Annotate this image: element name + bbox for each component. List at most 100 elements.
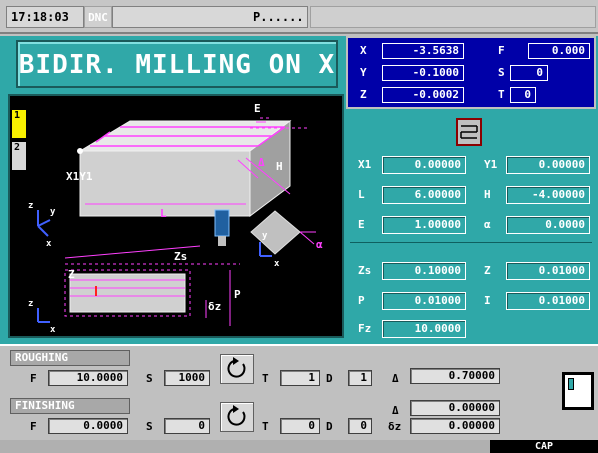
- label-delta: Δ: [258, 156, 265, 169]
- zs-label: Zs: [358, 264, 372, 277]
- clock: 17:18:03: [6, 6, 84, 28]
- finishing-feed-field[interactable]: 0.0000: [48, 418, 128, 434]
- l-label: L: [358, 188, 365, 201]
- i-field[interactable]: 0.01000: [506, 292, 590, 310]
- finishing-delta-field[interactable]: 0.00000: [410, 400, 500, 416]
- y1-label: Y1: [484, 158, 498, 171]
- milling-diagram: E Δ H X1Y1 L α Zs Z P δz z y x y x z x: [28, 102, 323, 335]
- tab-2[interactable]: 2: [12, 142, 26, 170]
- finishing-t-label: T: [262, 420, 269, 433]
- side-toggle-button[interactable]: [562, 372, 594, 410]
- alpha-label: α: [484, 218, 491, 231]
- roughing-delta-label: Δ: [392, 372, 399, 385]
- dnc-indicator: DNC: [84, 6, 112, 28]
- tab-1[interactable]: 1: [12, 110, 26, 138]
- roughing-tool-field[interactable]: 1: [280, 370, 320, 386]
- rotated-square: [250, 210, 301, 255]
- axis-label-z3: z: [28, 299, 33, 309]
- axis-label-y1: y: [50, 207, 56, 217]
- z-label: Z: [360, 88, 367, 101]
- h-label: H: [484, 188, 491, 201]
- finishing-d-field[interactable]: 0: [348, 418, 372, 434]
- side-toggle-indicator: [568, 378, 574, 390]
- h-field[interactable]: -4.00000: [506, 186, 590, 204]
- axis-label-x3: x: [50, 325, 56, 335]
- finishing-f-label: F: [30, 420, 37, 433]
- rotation-cw-icon: [227, 405, 246, 426]
- x1-field[interactable]: 0.00000: [382, 156, 466, 174]
- roughing-spindle-direction[interactable]: [220, 354, 254, 384]
- z-field[interactable]: 0.01000: [506, 262, 590, 280]
- finishing-tool-field[interactable]: 0: [280, 418, 320, 434]
- s-label: S: [498, 66, 505, 79]
- page-title: BIDIR. MILLING ON X: [18, 50, 336, 80]
- message-area: [310, 6, 596, 28]
- zs-field[interactable]: 0.10000: [382, 262, 466, 280]
- y1-field[interactable]: 0.00000: [506, 156, 590, 174]
- label-z: Z: [68, 268, 75, 281]
- axis-label-y2: y: [262, 231, 268, 241]
- label-l: L: [160, 207, 167, 220]
- label-x1y1: X1Y1: [66, 170, 93, 183]
- l-field[interactable]: 6.00000: [382, 186, 466, 204]
- finishing-header[interactable]: FINISHING: [10, 398, 130, 414]
- label-h: H: [276, 160, 283, 173]
- z-label: Z: [484, 264, 491, 277]
- e-label: E: [358, 218, 365, 231]
- parameter-panel: X1 0.00000 Y1 0.00000 L 6.00000 H -4.000…: [346, 110, 596, 344]
- label-dz: δz: [208, 300, 221, 313]
- finishing-s-label: S: [146, 420, 153, 433]
- fz-field[interactable]: 10.0000: [382, 320, 466, 338]
- finishing-spindle-direction[interactable]: [220, 402, 254, 432]
- tool-value: 0: [510, 87, 536, 103]
- axis-gizmo-3: [37, 308, 50, 323]
- label-zs: Zs: [174, 250, 187, 263]
- fz-label: Fz: [358, 322, 372, 335]
- axis-label-x1: x: [46, 239, 52, 249]
- origin-point: [77, 148, 83, 154]
- e-field[interactable]: 1.00000: [382, 216, 466, 234]
- finishing-d-label: D: [326, 420, 333, 433]
- finishing-delta-label: Δ: [392, 404, 399, 417]
- axis-gizmo-1: [37, 210, 51, 237]
- y-label: Y: [360, 66, 367, 79]
- x1-label: X1: [358, 158, 372, 171]
- roughing-t-label: T: [262, 372, 269, 385]
- finishing-dz-label: δz: [388, 420, 402, 433]
- label-p: P: [234, 288, 241, 301]
- rotation-cw-icon: [227, 357, 246, 378]
- program-name: P......: [112, 6, 308, 28]
- finishing-speed-field[interactable]: 0: [164, 418, 210, 434]
- caps-indicator: CAP: [490, 440, 598, 453]
- roughing-header[interactable]: ROUGHING: [10, 350, 130, 366]
- axis-label-x2: x: [274, 259, 280, 269]
- roughing-d-field[interactable]: 1: [348, 370, 372, 386]
- finishing-dz-field[interactable]: 0.00000: [410, 418, 500, 434]
- roughing-d-label: D: [326, 372, 333, 385]
- position-display: X -3.5638 Y -0.1000 Z -0.0002 F 0.000 S …: [346, 36, 596, 109]
- x-position: -3.5638: [382, 43, 464, 59]
- roughing-feed-field[interactable]: 10.0000: [48, 370, 128, 386]
- tool-holder: [214, 209, 230, 237]
- label-alpha: α: [316, 238, 323, 251]
- roughing-speed-field[interactable]: 1000: [164, 370, 210, 386]
- separator: [350, 242, 592, 243]
- axis-label-z1: z: [28, 201, 33, 211]
- z-position: -0.0002: [382, 87, 464, 103]
- i-label: I: [484, 294, 491, 307]
- roughing-f-label: F: [30, 372, 37, 385]
- tool-tip: [218, 236, 226, 246]
- p-field[interactable]: 0.01000: [382, 292, 466, 310]
- spindle-value: 0: [510, 65, 548, 81]
- f-label: F: [498, 44, 505, 57]
- roughing-delta-field[interactable]: 0.70000: [410, 368, 500, 384]
- feed-value: 0.000: [528, 43, 590, 59]
- y-position: -0.1000: [382, 65, 464, 81]
- alpha-field[interactable]: 0.0000: [506, 216, 590, 234]
- title-box: BIDIR. MILLING ON X: [16, 40, 338, 88]
- p-label: P: [358, 294, 365, 307]
- roughing-s-label: S: [146, 372, 153, 385]
- x-label: X: [360, 44, 367, 57]
- label-e: E: [254, 102, 261, 115]
- cycle-drawing: E Δ H X1Y1 L α Zs Z P δz z y x y x z x: [8, 94, 344, 338]
